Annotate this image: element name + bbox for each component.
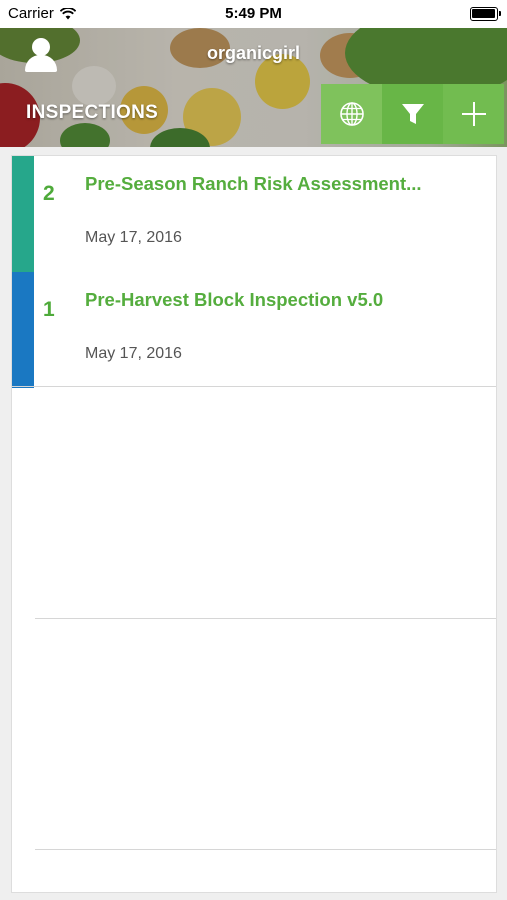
row-divider [12, 386, 496, 387]
page-title: INSPECTIONS [26, 102, 159, 123]
inspection-row[interactable]: 2 Pre-Season Ranch Risk Assessment... Ma… [12, 156, 496, 272]
org-name: organicgirl [206, 43, 300, 63]
status-time: 5:49 PM [225, 5, 282, 22]
filter-button[interactable] [382, 84, 443, 144]
inspection-number: 1 [43, 298, 55, 321]
row-accent-bar [12, 272, 34, 388]
globe-button[interactable] [321, 84, 382, 144]
status-bar: Carrier 5:49 PM [0, 0, 507, 28]
inspection-row[interactable]: 1 Pre-Harvest Block Inspection v5.0 May … [12, 272, 496, 388]
inspection-number: 2 [43, 182, 55, 205]
header-actions [321, 84, 504, 144]
row-divider [35, 618, 496, 619]
inspection-date: May 17, 2016 [85, 229, 182, 246]
inspection-list: 2 Pre-Season Ranch Risk Assessment... Ma… [11, 155, 497, 893]
plus-icon [461, 102, 486, 126]
filter-icon [401, 104, 424, 124]
globe-icon [339, 102, 364, 126]
battery-icon [470, 7, 501, 21]
row-divider [35, 849, 496, 850]
inspection-title: Pre-Harvest Block Inspection v5.0 [85, 289, 384, 310]
inspection-date: May 17, 2016 [85, 345, 182, 362]
header: organicgirl INSPECTIONS [0, 28, 507, 147]
inspection-title: Pre-Season Ranch Risk Assessment... [85, 173, 422, 194]
add-button[interactable] [443, 84, 504, 144]
row-accent-bar [12, 156, 34, 272]
